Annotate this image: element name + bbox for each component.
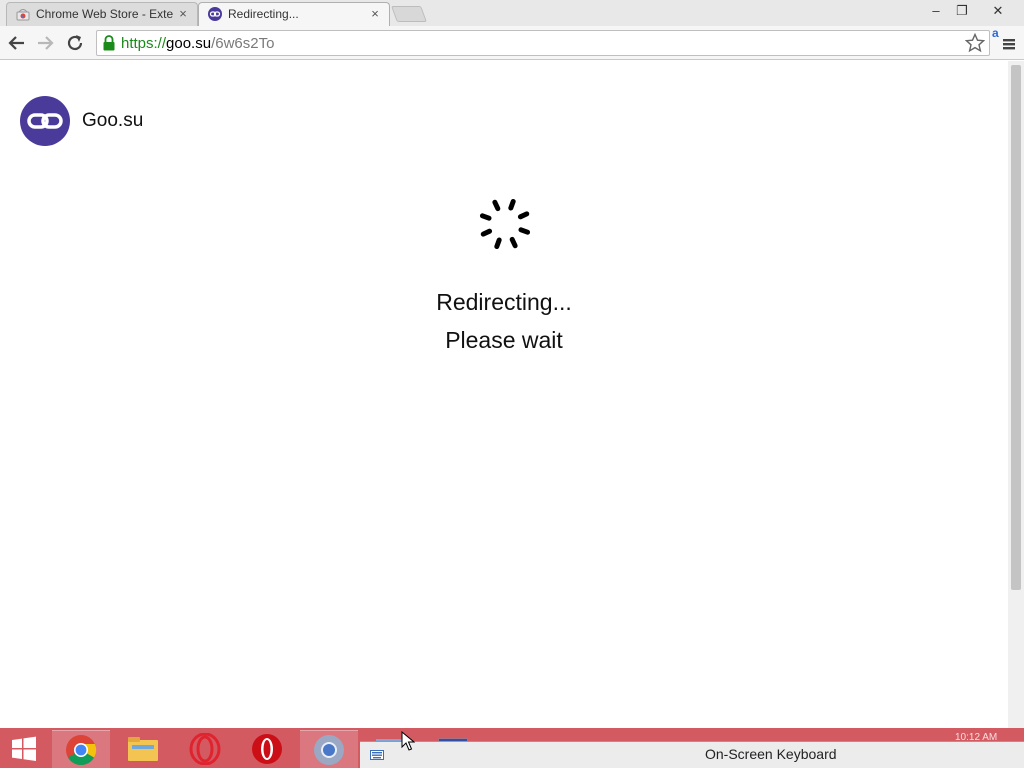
- on-screen-keyboard-window[interactable]: [360, 741, 1024, 768]
- scrollbar-thumb[interactable]: [1011, 65, 1021, 590]
- lock-icon: [103, 35, 115, 51]
- brand-header[interactable]: Goo.su: [20, 96, 143, 146]
- goo-su-logo-icon: [20, 96, 70, 146]
- new-tab-button[interactable]: [391, 6, 427, 22]
- tab-title: Chrome Web Store - Exte: [36, 7, 174, 21]
- chrome-blue-icon: [314, 734, 344, 765]
- start-button[interactable]: [0, 730, 48, 768]
- page-content: Goo.su Redirecting... Please wait: [0, 61, 1008, 728]
- address-bar[interactable]: https://goo.su/6w6s2To: [96, 30, 990, 56]
- keyboard-icon: [370, 750, 384, 760]
- taskbar-opera[interactable]: [176, 730, 234, 768]
- mouse-cursor-icon: [401, 731, 415, 751]
- back-button[interactable]: [5, 31, 29, 55]
- loading-spinner-icon: [479, 198, 531, 250]
- back-arrow-icon: [8, 36, 24, 50]
- reload-icon: [67, 35, 83, 51]
- goo-su-link-icon: [208, 7, 222, 21]
- url-path: /6w6s2To: [211, 34, 275, 52]
- minimize-button[interactable]: –: [922, 2, 950, 22]
- tab-title: Redirecting...: [228, 7, 299, 21]
- page-scrollbar[interactable]: [1008, 61, 1024, 728]
- wait-message-text: Please wait: [445, 327, 563, 353]
- opera-icon: [189, 733, 221, 765]
- bookmark-star-icon[interactable]: [965, 33, 985, 53]
- close-window-button[interactable]: ✕: [984, 2, 1012, 22]
- windows-logo-icon: [12, 736, 36, 761]
- taskbar-opera-alt[interactable]: [238, 730, 296, 768]
- chrome-icon: [66, 734, 97, 765]
- brand-name: Goo.su: [82, 110, 144, 131]
- tab-close-icon[interactable]: ×: [176, 7, 190, 21]
- osk-window-title: On-Screen Keyboard: [705, 746, 837, 762]
- restore-button[interactable]: ❐: [948, 2, 976, 22]
- tab-chrome-web-store[interactable]: Chrome Web Store - Exte ×: [6, 2, 198, 26]
- taskbar-chrome-alt[interactable]: [300, 730, 358, 768]
- taskbar-chrome[interactable]: [52, 730, 110, 768]
- forward-arrow-icon: [38, 36, 54, 50]
- url-host: goo.su: [166, 34, 212, 52]
- redirect-status-text: Redirecting...: [436, 289, 572, 315]
- taskbar-file-explorer[interactable]: [114, 730, 172, 768]
- forward-button[interactable]: [33, 31, 57, 55]
- opera-red-icon: [252, 734, 282, 764]
- reload-button[interactable]: [63, 31, 87, 55]
- tab-close-icon[interactable]: ×: [368, 7, 382, 21]
- browser-toolbar: https://goo.su/6w6s2To a: [0, 26, 1024, 60]
- file-explorer-icon: [128, 737, 158, 761]
- url-scheme: https://: [121, 34, 167, 52]
- tab-strip: Chrome Web Store - Exte × Redirecting...…: [0, 0, 1024, 26]
- chrome-web-store-icon: [16, 9, 30, 21]
- chrome-menu-icon[interactable]: [998, 31, 1020, 55]
- tab-redirecting[interactable]: Redirecting... ×: [198, 2, 390, 26]
